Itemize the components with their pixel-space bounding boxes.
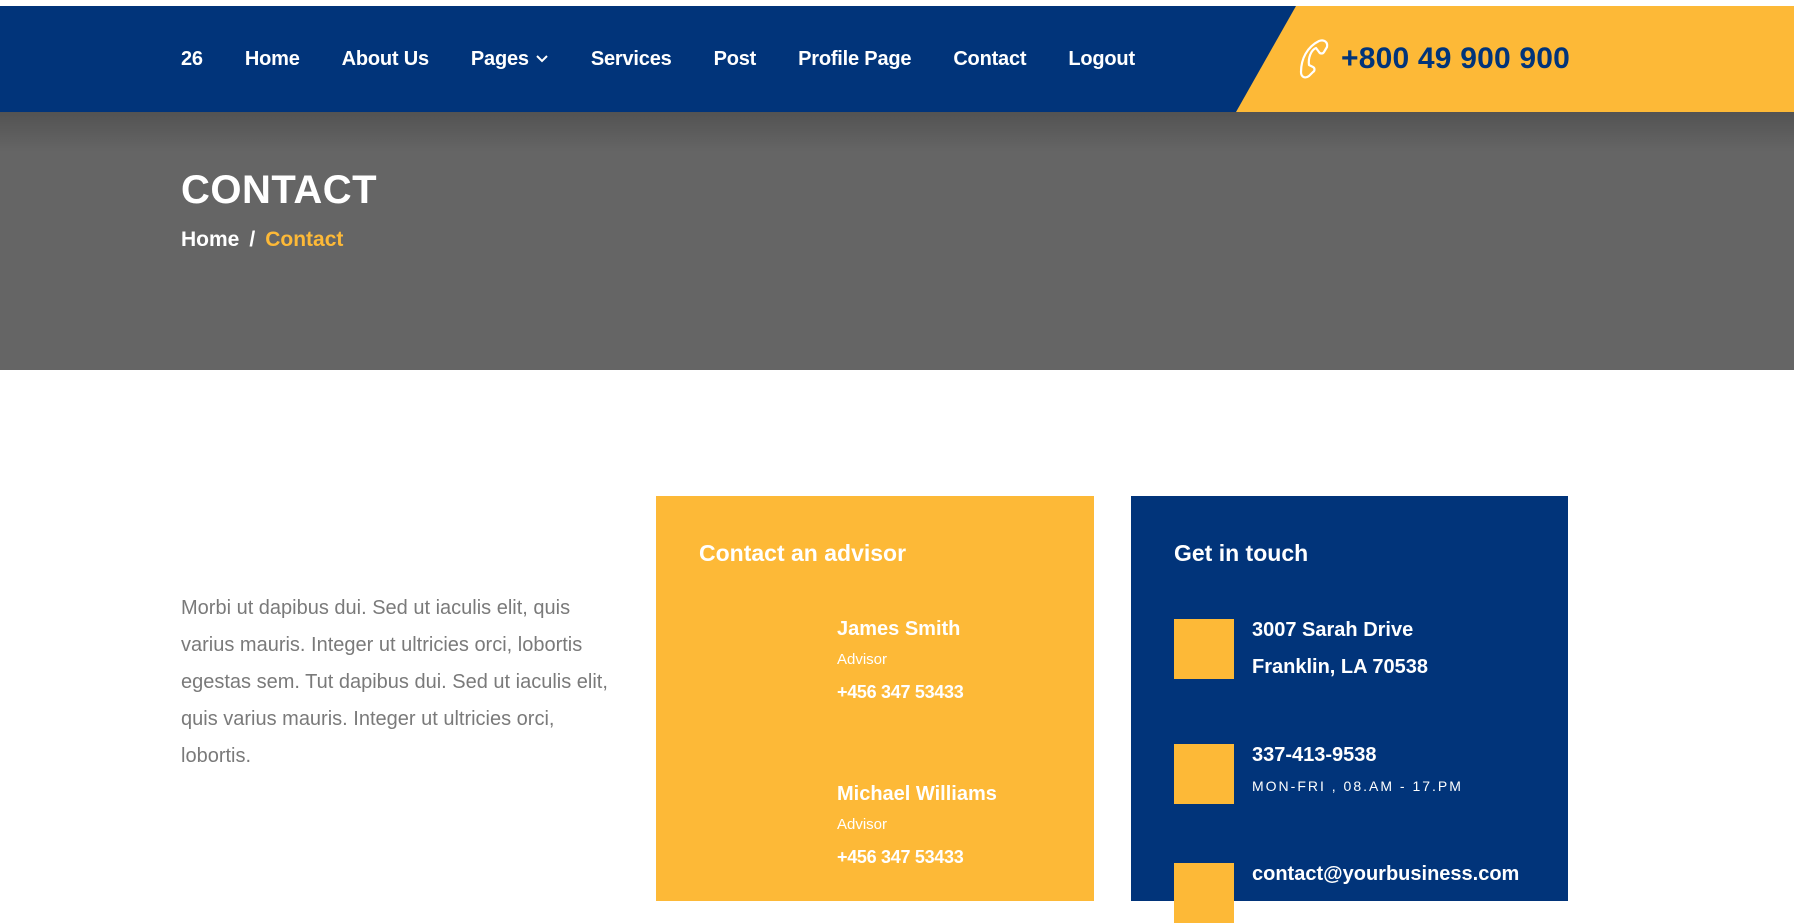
breadcrumb-separator: / bbox=[249, 228, 256, 251]
nav-item-about-us[interactable]: About Us bbox=[342, 48, 429, 71]
phone-icon bbox=[1299, 39, 1329, 79]
nav-item-label: 26 bbox=[181, 47, 203, 70]
intro-text: Morbi ut dapibus dui. Sed ut iaculis eli… bbox=[181, 597, 608, 767]
advisor-item: Michael Williams Advisor +456 347 53433 bbox=[837, 783, 997, 868]
advisor-name: James Smith bbox=[837, 618, 961, 640]
nav-item-services[interactable]: Services bbox=[591, 48, 672, 71]
breadcrumb-home-link[interactable]: Home bbox=[181, 228, 239, 252]
advisor-name: Michael Williams bbox=[837, 783, 997, 805]
address-line-2: Franklin, LA 70538 bbox=[1252, 656, 1428, 678]
nav-item-home[interactable]: Home bbox=[245, 48, 300, 71]
phone-text: 337-413-9538 MON-FRI , 08.AM - 17.PM bbox=[1252, 737, 1463, 804]
advisor-card-title: Contact an advisor bbox=[699, 540, 907, 566]
nav-item-label: Pages bbox=[470, 47, 529, 70]
get-in-touch-title: Get in touch bbox=[1174, 540, 1309, 566]
address-row: 3007 Sarah Drive Franklin, LA 70538 bbox=[1174, 619, 1428, 686]
banner-shadow bbox=[0, 112, 1794, 152]
advisor-phone[interactable]: +456 347 53433 bbox=[837, 847, 997, 868]
advisor-item: James Smith Advisor +456 347 53433 bbox=[837, 618, 964, 703]
nav-item-contact[interactable]: Contact bbox=[953, 48, 1026, 71]
nav-item-label: Home bbox=[244, 47, 300, 70]
advisor-role: Advisor bbox=[837, 651, 888, 668]
nav-item-logout[interactable]: Logout bbox=[1068, 48, 1135, 71]
header-phone[interactable]: +800 49 900 900 bbox=[1297, 6, 1570, 112]
address-text: 3007 Sarah Drive Franklin, LA 70538 bbox=[1252, 612, 1428, 686]
page-banner: CONTACT Home / Contact bbox=[0, 112, 1794, 370]
nav-item-label: Services bbox=[590, 47, 672, 70]
nav-item-label: Contact bbox=[953, 47, 1027, 70]
nav-item-pages[interactable]: Pages bbox=[471, 48, 549, 71]
email-row: contact@yourbusiness.com bbox=[1174, 863, 1519, 923]
nav-item-26[interactable]: 26 bbox=[181, 48, 203, 71]
advisor-role: Advisor bbox=[837, 816, 888, 833]
email-text: contact@yourbusiness.com bbox=[1252, 856, 1519, 923]
address-icon bbox=[1174, 619, 1234, 679]
advisor-card: Contact an advisor James Smith Advisor +… bbox=[656, 496, 1094, 901]
header-phone-number: +800 49 900 900 bbox=[1341, 42, 1571, 75]
nav-item-label: Post bbox=[713, 47, 757, 70]
nav-item-post[interactable]: Post bbox=[714, 48, 757, 71]
contact-phone[interactable]: 337-413-9538 bbox=[1252, 737, 1463, 774]
nav-menu: 26 Home About Us Pages Services Post Pro… bbox=[181, 6, 1177, 112]
get-in-touch-card: Get in touch 3007 Sarah Drive Franklin, … bbox=[1131, 496, 1568, 923]
advisor-phone[interactable]: +456 347 53433 bbox=[837, 682, 964, 703]
office-hours: MON-FRI , 08.AM - 17.PM bbox=[1252, 778, 1463, 794]
chevron-down-icon bbox=[536, 55, 548, 63]
address-line-1: 3007 Sarah Drive bbox=[1252, 619, 1414, 641]
page-title: CONTACT bbox=[181, 168, 378, 212]
nav-item-label: Profile Page bbox=[798, 47, 912, 70]
phone-row: 337-413-9538 MON-FRI , 08.AM - 17.PM bbox=[1174, 744, 1463, 804]
contact-email[interactable]: contact@yourbusiness.com bbox=[1252, 856, 1519, 893]
nav-item-label: About Us bbox=[341, 47, 429, 70]
nav-item-label: Logout bbox=[1068, 47, 1135, 70]
email-icon bbox=[1174, 863, 1234, 923]
breadcrumb: Home / Contact bbox=[181, 228, 343, 252]
phone-square-icon bbox=[1174, 744, 1234, 804]
nav-item-profile-page[interactable]: Profile Page bbox=[798, 48, 911, 71]
breadcrumb-current: Contact bbox=[265, 228, 344, 251]
